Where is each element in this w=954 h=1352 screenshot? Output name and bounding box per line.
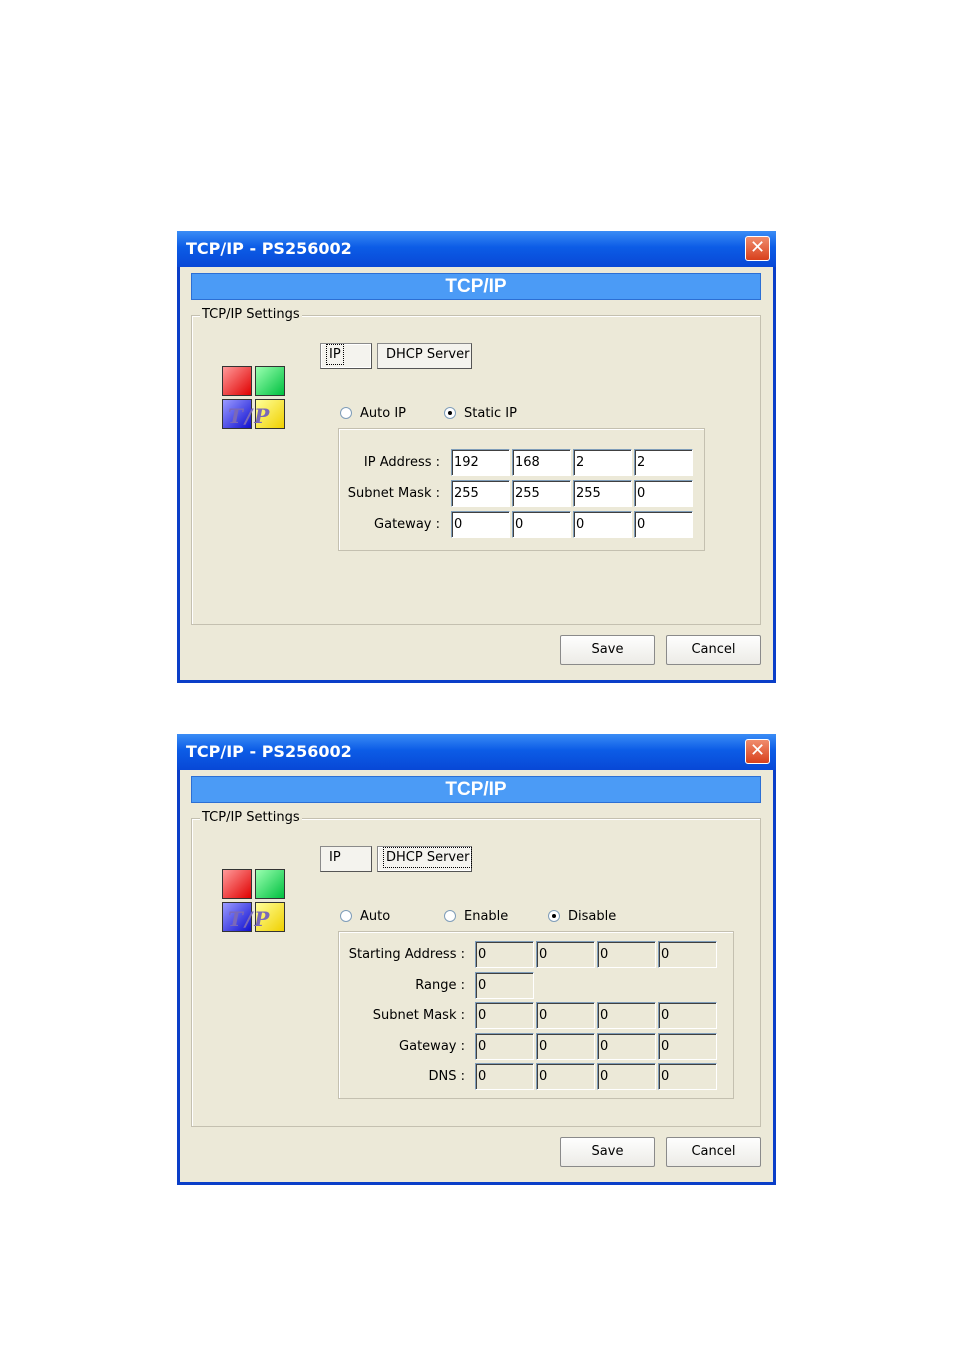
window-title: TCP/IP - PS256002 bbox=[186, 239, 352, 258]
dhcp-fields-box: Starting Address : 0 0 0 0 Range : 0 Sub… bbox=[338, 931, 734, 1099]
tcpip-window-dhcp: TCP/IP - PS256002 ✕ TCP/IP TCP/IP Settin… bbox=[177, 734, 776, 1185]
tcpip-logo-icon: T/P bbox=[222, 366, 286, 430]
tab-dhcp-server[interactable]: DHCP Server bbox=[377, 846, 473, 872]
logo-tile-red bbox=[222, 869, 252, 899]
range-input[interactable]: 0 bbox=[475, 972, 534, 999]
mask-octet-3[interactable]: 0 bbox=[597, 1002, 656, 1029]
tab-ip-label: IP bbox=[329, 850, 341, 865]
save-button[interactable]: Save bbox=[560, 1137, 655, 1167]
tcpip-banner: TCP/IP bbox=[191, 776, 761, 803]
range-label: Range : bbox=[415, 978, 465, 993]
gw-octet-1[interactable]: 0 bbox=[451, 511, 510, 538]
radio-dot-selected bbox=[444, 407, 456, 419]
logo-tile-green bbox=[255, 366, 285, 396]
tcpip-settings-group: TCP/IP Settings T/P IP DHCP Server Auto … bbox=[191, 307, 761, 625]
radio-dot bbox=[340, 910, 352, 922]
gw-octet-1[interactable]: 0 bbox=[475, 1033, 534, 1060]
gateway-label: Gateway : bbox=[399, 1039, 465, 1054]
radio-label: Enable bbox=[464, 909, 509, 924]
radio-disable[interactable]: Disable bbox=[548, 909, 616, 924]
gw-octet-2[interactable]: 0 bbox=[512, 511, 571, 538]
starting-address-label: Starting Address : bbox=[348, 947, 465, 962]
mask-octet-2[interactable]: 255 bbox=[512, 480, 571, 507]
gw-octet-3[interactable]: 0 bbox=[597, 1033, 656, 1060]
radio-label: Auto bbox=[360, 909, 391, 924]
subnet-mask-label: Subnet Mask : bbox=[372, 1008, 465, 1023]
radio-label: Static IP bbox=[464, 406, 517, 421]
radio-dot bbox=[444, 910, 456, 922]
radio-dot-selected bbox=[548, 910, 560, 922]
tab-ip[interactable]: IP bbox=[320, 343, 372, 369]
ip-octet-3[interactable]: 2 bbox=[573, 449, 632, 476]
dns-label: DNS : bbox=[428, 1069, 466, 1084]
tcpip-banner: TCP/IP bbox=[191, 273, 761, 300]
close-icon[interactable]: ✕ bbox=[745, 739, 770, 764]
subnet-mask-label: Subnet Mask : bbox=[347, 486, 440, 501]
radio-label: Auto IP bbox=[360, 406, 406, 421]
save-button[interactable]: Save bbox=[560, 635, 655, 665]
window-title-bar[interactable]: TCP/IP - PS256002 ✕ bbox=[177, 231, 776, 267]
logo-tile-red bbox=[222, 366, 252, 396]
radio-label: Disable bbox=[568, 909, 617, 924]
tab-ip-label: IP bbox=[326, 344, 344, 365]
start-octet-4[interactable]: 0 bbox=[658, 941, 717, 968]
ip-octet-1[interactable]: 192 bbox=[451, 449, 510, 476]
mask-octet-2[interactable]: 0 bbox=[536, 1002, 595, 1029]
tcpip-logo-icon: T/P bbox=[222, 869, 286, 933]
gw-octet-3[interactable]: 0 bbox=[573, 511, 632, 538]
dns-octet-3[interactable]: 0 bbox=[597, 1063, 656, 1090]
tcpip-window-ip: TCP/IP - PS256002 ✕ TCP/IP TCP/IP Settin… bbox=[177, 231, 776, 683]
start-octet-1[interactable]: 0 bbox=[475, 941, 534, 968]
ip-address-label: IP Address : bbox=[363, 455, 440, 470]
mask-octet-3[interactable]: 255 bbox=[573, 480, 632, 507]
mask-octet-1[interactable]: 0 bbox=[475, 1002, 534, 1029]
start-octet-2[interactable]: 0 bbox=[536, 941, 595, 968]
mask-octet-1[interactable]: 255 bbox=[451, 480, 510, 507]
radio-auto-ip[interactable]: Auto IP bbox=[340, 406, 406, 421]
radio-dot bbox=[340, 407, 352, 419]
logo-text: T/P bbox=[228, 404, 272, 428]
tab-dhcp-label: DHCP Server bbox=[382, 847, 473, 868]
radio-auto[interactable]: Auto bbox=[340, 909, 390, 924]
ip-fields-box: IP Address : 192 168 2 2 Subnet Mask : 2… bbox=[338, 428, 705, 551]
logo-text: T/P bbox=[228, 907, 272, 931]
radio-enable[interactable]: Enable bbox=[444, 909, 508, 924]
cancel-button[interactable]: Cancel bbox=[666, 1137, 761, 1167]
dns-octet-4[interactable]: 0 bbox=[658, 1063, 717, 1090]
gw-octet-2[interactable]: 0 bbox=[536, 1033, 595, 1060]
mask-octet-4[interactable]: 0 bbox=[634, 480, 693, 507]
gw-octet-4[interactable]: 0 bbox=[634, 511, 693, 538]
dns-octet-1[interactable]: 0 bbox=[475, 1063, 534, 1090]
window-title-bar[interactable]: TCP/IP - PS256002 ✕ bbox=[177, 734, 776, 770]
window-title: TCP/IP - PS256002 bbox=[186, 742, 352, 761]
tab-dhcp-label: DHCP Server bbox=[386, 347, 470, 362]
dns-octet-2[interactable]: 0 bbox=[536, 1063, 595, 1090]
mask-octet-4[interactable]: 0 bbox=[658, 1002, 717, 1029]
gateway-label: Gateway : bbox=[374, 517, 440, 532]
cancel-button[interactable]: Cancel bbox=[666, 635, 761, 665]
tab-dhcp-server[interactable]: DHCP Server bbox=[377, 343, 472, 369]
tab-ip[interactable]: IP bbox=[320, 846, 372, 872]
radio-static-ip[interactable]: Static IP bbox=[444, 406, 517, 421]
logo-tile-green bbox=[255, 869, 285, 899]
group-label: TCP/IP Settings bbox=[200, 307, 302, 323]
close-icon[interactable]: ✕ bbox=[745, 236, 770, 261]
ip-octet-4[interactable]: 2 bbox=[634, 449, 693, 476]
group-label: TCP/IP Settings bbox=[200, 810, 302, 826]
ip-octet-2[interactable]: 168 bbox=[512, 449, 571, 476]
tcpip-settings-group: TCP/IP Settings T/P IP DHCP Server Auto … bbox=[191, 810, 761, 1127]
start-octet-3[interactable]: 0 bbox=[597, 941, 656, 968]
gw-octet-4[interactable]: 0 bbox=[658, 1033, 717, 1060]
